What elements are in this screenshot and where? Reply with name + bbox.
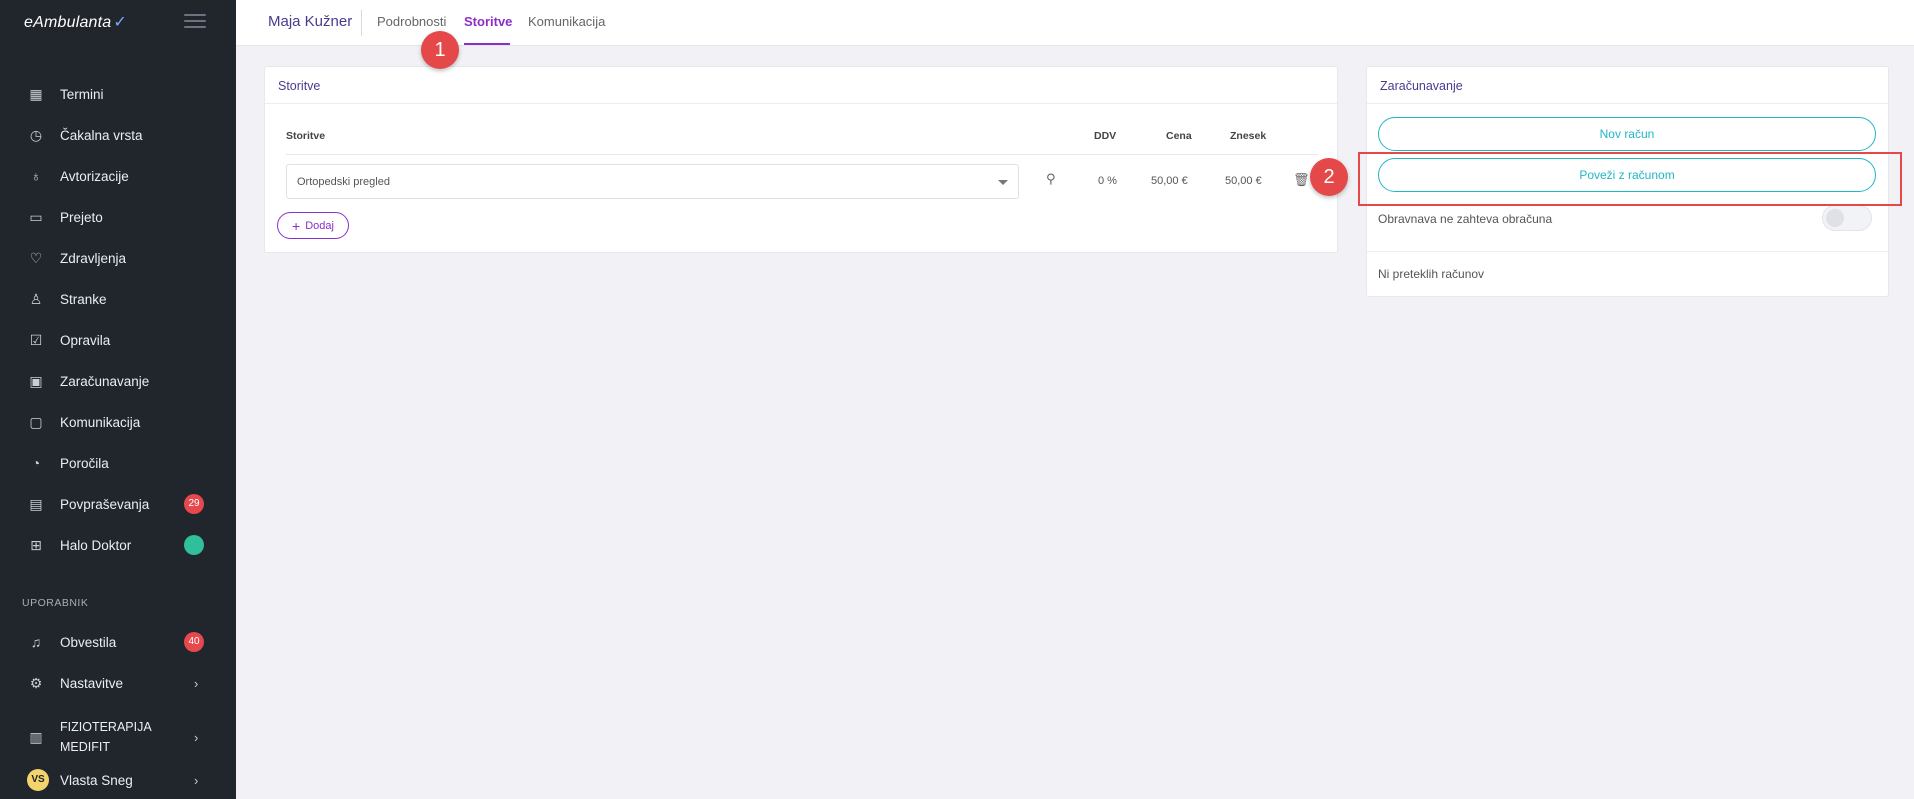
search-icon[interactable]: ⚲ [1046,171,1056,187]
grid-icon: ▤ [29,496,43,512]
stethoscope-icon: ♁ [30,168,42,184]
topbar: Maja Kužner Podrobnosti Storitve Komunik… [236,0,1914,46]
sidebar-item-label: Povpraševanja [60,496,150,512]
tab-komunikacija[interactable]: Komunikacija [528,14,605,29]
add-service-button[interactable]: + Dodaj [277,212,349,239]
clipboard-icon: ▥ [29,729,43,745]
pie-chart-icon: ◔ [31,455,41,471]
gear-icon: ⚙ [29,675,43,691]
sidebar-item-zaracunavanje[interactable]: ▣ Zaračunavanje [0,366,236,396]
card-divider [1367,251,1888,252]
sidebar-item-termini[interactable]: ▦ Termini [0,79,236,109]
inbox-icon: ▭ [29,209,43,225]
column-header-amount: Znesek [1230,130,1267,142]
person-icon: ♙ [29,291,43,307]
price-value: 50,00 € [1151,175,1188,187]
sidebar-item-zdravljenja[interactable]: ♡ Zdravljenja [0,243,236,273]
tab-storitve[interactable]: Storitve [464,14,512,29]
sidebar-item-porocila[interactable]: ◔ Poročila [0,448,236,478]
no-billing-required-label: Obravnava ne zahteva obračuna [1378,212,1553,226]
no-past-invoices-text: Ni preteklih računov [1378,267,1485,281]
logo-check-icon: ✓ [113,14,127,31]
sidebar-item-nastavitve[interactable]: ⚙ Nastavitve › [0,668,236,698]
sidebar-item-label: Halo Doktor [60,537,132,553]
sidebar-item-label: Nastavitve [60,675,124,691]
app-logo[interactable]: eAmbulanta ✓ [24,12,127,32]
count-badge: 40 [184,632,204,652]
plus-icon: + [292,217,301,234]
bell-icon: ♫ [30,634,42,650]
sidebar-item-label: Poročila [60,455,109,471]
sidebar-item-organization[interactable]: ▥ FIZIOTERAPIJA MEDIFIT › [0,717,236,757]
sidebar-item-label: Opravila [60,332,111,348]
amount-value: 50,00 € [1225,175,1262,187]
chevron-right-icon: › [194,729,199,745]
services-card: Storitve [264,66,1338,253]
sidebar-item-user-profile[interactable]: VS Vlasta Sneg › [0,765,236,795]
sidebar-item-halo-doktor[interactable]: ⊞ Halo Doktor [0,530,236,560]
active-tab-indicator [464,43,510,45]
card-title: Zaračunavanje [1380,79,1463,93]
no-billing-required-toggle[interactable] [1822,205,1872,231]
avatar: VS [27,769,49,791]
section-label-user: UPORABNIK [22,597,89,609]
sidebar-item-label: Prejeto [60,209,103,225]
chat-icon: ▢ [29,414,43,430]
sidebar-item-label: Obvestila [60,634,117,650]
sidebar-item-prejeto[interactable]: ▭ Prejeto [0,202,236,232]
annotation-marker-2: 2 [1310,158,1348,196]
card-divider [265,103,1337,104]
card-divider [1367,103,1888,104]
sidebar-item-stranke[interactable]: ♙ Stranke [0,284,236,314]
sidebar-item-label: FIZIOTERAPIJA MEDIFIT [60,720,152,754]
row-divider [286,154,1318,155]
hospital-icon: ⊞ [30,537,42,553]
trash-icon[interactable]: 🗑 [1293,172,1310,188]
chevron-down-icon [998,180,1008,185]
annotation-highlight-box [1358,152,1902,206]
logo-text: eAmbulanta [24,14,112,31]
service-select-value: Ortopedski pregled [297,176,390,188]
patient-name[interactable]: Maja Kužner [268,13,352,30]
count-badge: 29 [184,494,204,514]
sidebar-item-label: Komunikacija [60,414,141,430]
sidebar-item-label: Vlasta Sneg [60,772,133,788]
column-header-service: Storitve [286,130,326,142]
money-icon: ▣ [29,373,43,389]
divider [361,10,362,36]
sidebar-item-label: Čakalna vrsta [60,127,143,143]
heart-icon: ♡ [29,250,43,266]
sidebar-item-povprasevanja[interactable]: ▤ Povpraševanja 29 [0,489,236,519]
sidebar-item-label: Termini [60,86,104,102]
toggle-knob [1826,209,1844,227]
service-select[interactable]: Ortopedski pregled [286,164,1019,199]
menu-toggle-icon[interactable] [184,14,206,30]
vat-value: 0 % [1098,175,1117,187]
sidebar-item-opravila[interactable]: ☑ Opravila [0,325,236,355]
sidebar: eAmbulanta ✓ ▦ Termini ◷ Čakalna vrsta ♁ … [0,0,236,799]
sidebar-item-label: Avtorizacije [60,168,129,184]
sidebar-item-obvestila[interactable]: ♫ Obvestila 40 [0,627,236,657]
column-header-vat: DDV [1094,130,1117,142]
sidebar-item-avtorizacije[interactable]: ♁ Avtorizacije [0,161,236,191]
clock-icon: ◷ [29,127,43,143]
card-title: Storitve [278,79,321,93]
sidebar-item-cakalna-vrsta[interactable]: ◷ Čakalna vrsta [0,120,236,150]
sidebar-item-label: Zdravljenja [60,250,127,266]
status-dot [184,535,204,555]
tab-podrobnosti[interactable]: Podrobnosti [377,14,446,29]
column-header-price: Cena [1166,130,1192,142]
new-invoice-button[interactable]: Nov račun [1378,117,1876,151]
annotation-marker-1: 1 [421,31,459,69]
chevron-right-icon: › [194,675,199,691]
chevron-right-icon: › [194,772,199,788]
add-service-label: Dodaj [305,219,334,232]
calendar-icon: ▦ [29,86,43,102]
sidebar-item-label: Stranke [60,291,107,307]
checkbox-icon: ☑ [29,332,43,348]
sidebar-item-komunikacija[interactable]: ▢ Komunikacija [0,407,236,437]
sidebar-item-label: Zaračunavanje [60,373,150,389]
